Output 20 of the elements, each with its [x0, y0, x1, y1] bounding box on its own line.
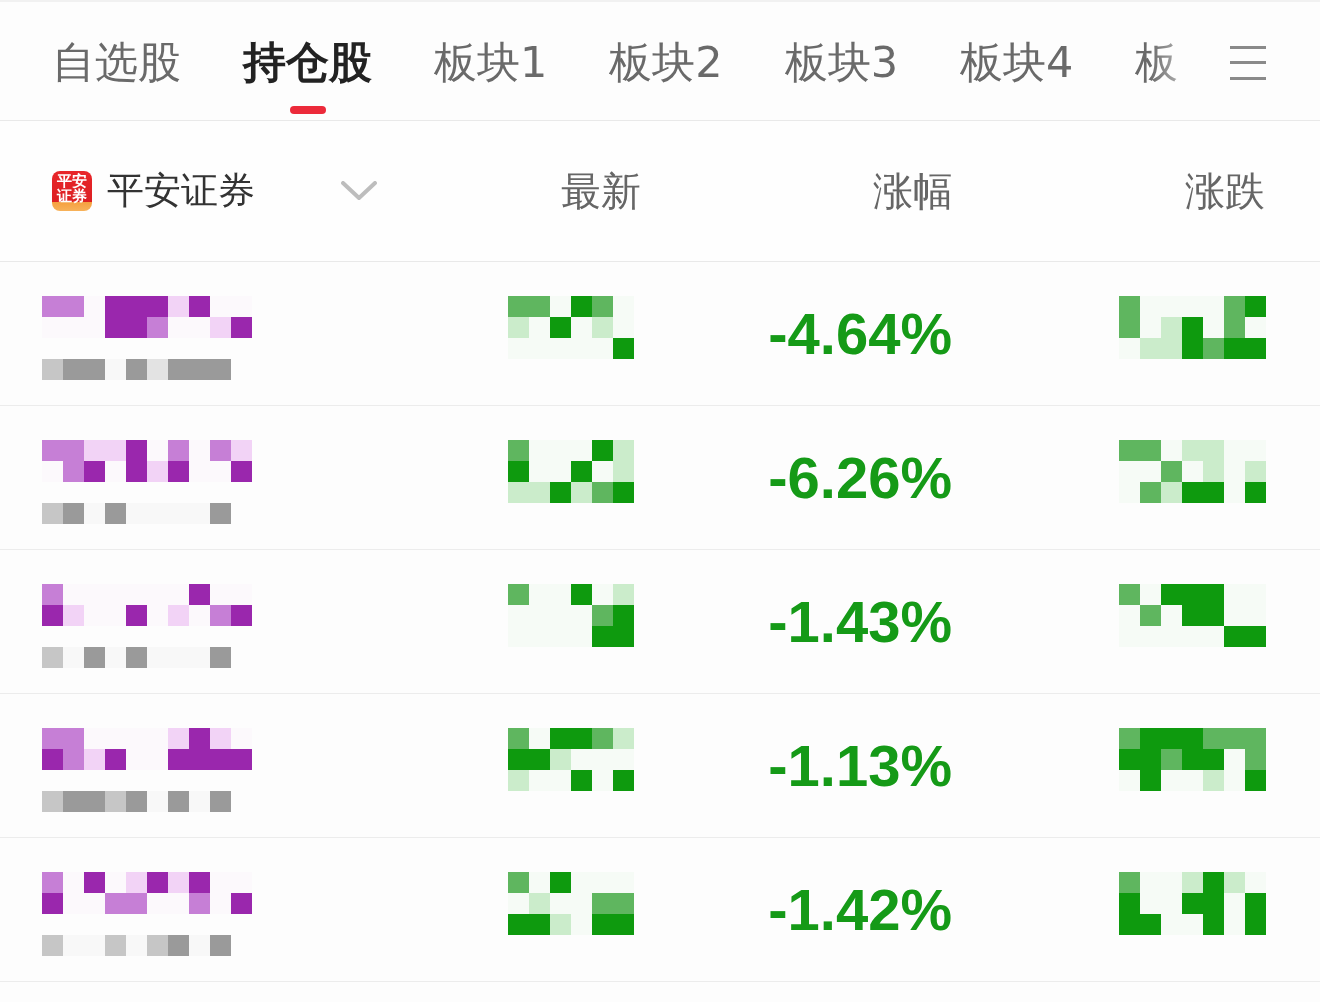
change-percent: -1.42%	[768, 876, 952, 943]
column-header[interactable]: 涨幅	[873, 163, 953, 219]
broker-dropdown[interactable]: 平安证券	[107, 166, 377, 216]
selected-tab-underline	[289, 106, 326, 114]
tab[interactable]: 板块2	[609, 2, 723, 120]
tab[interactable]: 自选股	[52, 2, 181, 120]
tab[interactable]: 板块3	[784, 2, 899, 120]
menu-icon[interactable]	[1230, 46, 1266, 80]
tab[interactable]: 持仓股	[243, 2, 372, 120]
broker-logo: 平安证券	[52, 171, 92, 211]
column-header[interactable]: 涨跌	[1185, 163, 1265, 219]
change-percent: -1.13%	[768, 732, 952, 799]
change-percent: -4.64%	[768, 300, 952, 367]
column-header[interactable]: 最新	[561, 163, 641, 219]
tab[interactable]: 板	[1135, 2, 1179, 120]
tab[interactable]: 板块4	[960, 2, 1074, 120]
tab[interactable]: 板块1	[434, 2, 548, 120]
change-percent: -1.43%	[768, 588, 952, 655]
change-percent: -6.26%	[768, 444, 952, 511]
chevron-down-icon	[341, 181, 377, 201]
